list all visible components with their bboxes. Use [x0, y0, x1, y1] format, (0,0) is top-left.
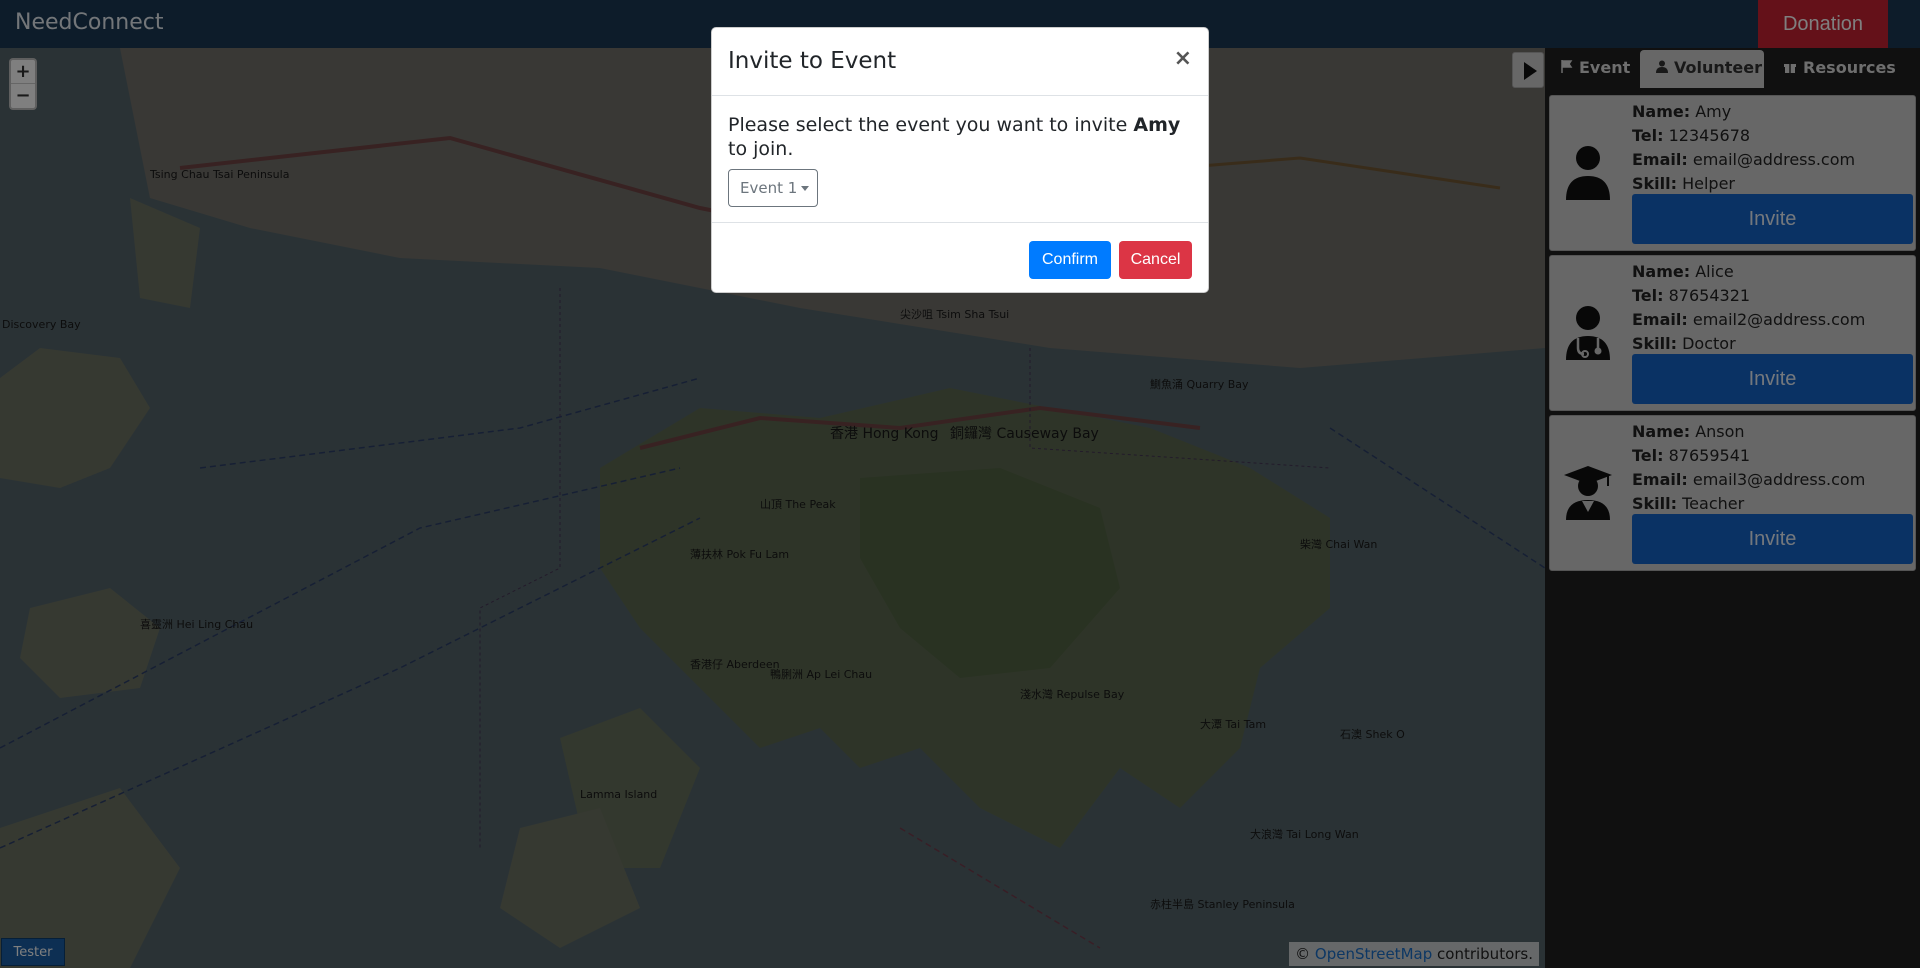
event-select-value: Event 1: [740, 179, 798, 197]
cancel-button[interactable]: Cancel: [1119, 241, 1192, 279]
close-icon[interactable]: ×: [1174, 46, 1192, 71]
event-select-dropdown[interactable]: Event 1: [728, 169, 818, 207]
modal-body-suffix: to join.: [728, 138, 794, 160]
invitee-name: Amy: [1133, 114, 1181, 136]
modal-body-text: Please select the event you want to invi…: [728, 113, 1194, 161]
modal-header: Invite to Event ×: [712, 28, 1208, 96]
modal-title: Invite to Event: [728, 48, 897, 74]
confirm-button[interactable]: Confirm: [1029, 241, 1111, 279]
invite-modal: Invite to Event × Please select the even…: [711, 27, 1209, 293]
caret-down-icon: [801, 186, 810, 191]
modal-footer: Confirm Cancel: [712, 222, 1208, 294]
modal-body-prefix: Please select the event you want to invi…: [728, 114, 1128, 136]
